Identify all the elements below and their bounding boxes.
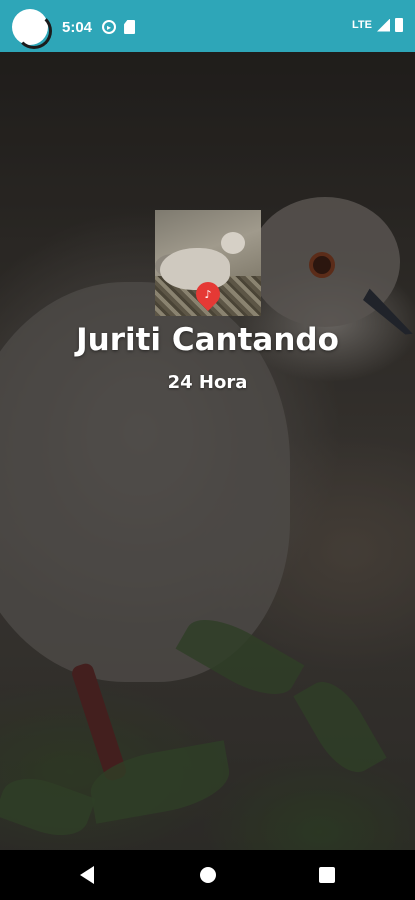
- dim-overlay: [0, 52, 415, 850]
- app-bubble-icon[interactable]: [12, 9, 52, 49]
- home-icon[interactable]: [200, 867, 216, 883]
- status-time: 5:04: [62, 18, 93, 36]
- network-type: LTE: [352, 19, 372, 31]
- back-icon[interactable]: [80, 866, 94, 884]
- signal-icon: [377, 18, 390, 32]
- sound-duration: 24 Hora: [167, 372, 248, 393]
- sd-card-icon: [124, 20, 136, 34]
- sound-title: Juriti Cantando: [76, 322, 339, 358]
- background-photo: [0, 52, 415, 850]
- status-bar: 5:04 ▸ LTE: [0, 0, 415, 52]
- navigation-bar: [0, 850, 415, 900]
- battery-icon: [395, 18, 403, 32]
- recents-icon[interactable]: [319, 867, 335, 883]
- play-protect-icon: ▸: [102, 20, 117, 34]
